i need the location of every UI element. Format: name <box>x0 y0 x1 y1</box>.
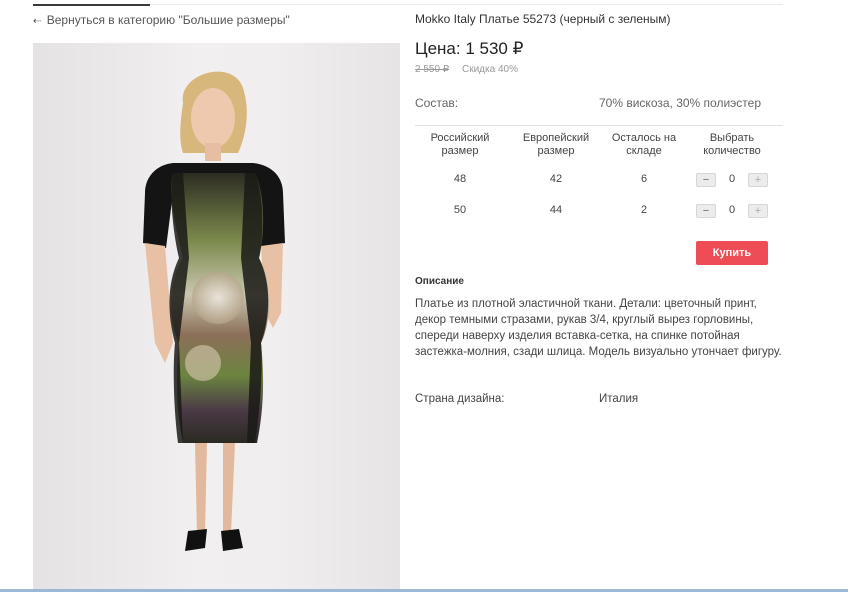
divider <box>415 125 783 126</box>
product-title: Mokko Italy Платье 55273 (черный с зелен… <box>415 12 671 26</box>
header-russian-size: Российский размер <box>430 132 490 157</box>
back-to-category-link[interactable]: ⇠ Вернуться в категорию "Большие размеры… <box>33 13 290 27</box>
composition-value: 70% вискоза, 30% полиэстер <box>599 96 761 110</box>
row-50-ru-size: 50 <box>453 204 467 216</box>
country-value: Италия <box>599 393 639 405</box>
description-text: Платье из плотной эластичной ткани. Дета… <box>415 298 782 358</box>
row-48-ru-size: 48 <box>453 173 467 185</box>
row-48-eu-size: 42 <box>549 173 563 185</box>
dress-model-image <box>143 71 285 551</box>
plus-button[interactable]: + <box>748 204 768 218</box>
minus-button[interactable]: − <box>696 173 716 187</box>
minus-button[interactable]: − <box>696 204 716 218</box>
header-quantity: Выбрать количество <box>703 132 761 157</box>
header-european-size: Европейский размер <box>522 132 590 157</box>
buy-button[interactable]: Купить <box>696 241 768 265</box>
price: Цена: 1 530 ₽ <box>415 39 524 58</box>
top-divider-accent <box>33 4 150 6</box>
header-stock: Осталось на складе <box>611 132 677 157</box>
product-page: ⇠ Вернуться в категорию "Большие размеры… <box>0 0 848 592</box>
quantity-stepper-50: − 0 + <box>696 204 768 218</box>
back-link-label: Вернуться в категорию "Большие размеры" <box>46 13 290 27</box>
old-price: 2 550 ₽ <box>415 64 450 75</box>
composition-label: Состав: <box>415 96 459 110</box>
description-heading: Описание <box>415 276 464 287</box>
country-label: Страна дизайна: <box>415 393 505 405</box>
quantity-value[interactable]: 0 <box>724 173 740 185</box>
quantity-value[interactable]: 0 <box>724 204 740 216</box>
arrow-left-icon: ⇠ <box>33 16 42 27</box>
row-50-eu-size: 44 <box>549 204 563 216</box>
product-photo[interactable] <box>33 43 400 592</box>
discount-label: Скидка 40% <box>462 64 518 75</box>
row-50-stock: 2 <box>640 204 648 216</box>
plus-button[interactable]: + <box>748 173 768 187</box>
quantity-stepper-48: − 0 + <box>696 173 768 187</box>
row-48-stock: 6 <box>640 173 648 185</box>
